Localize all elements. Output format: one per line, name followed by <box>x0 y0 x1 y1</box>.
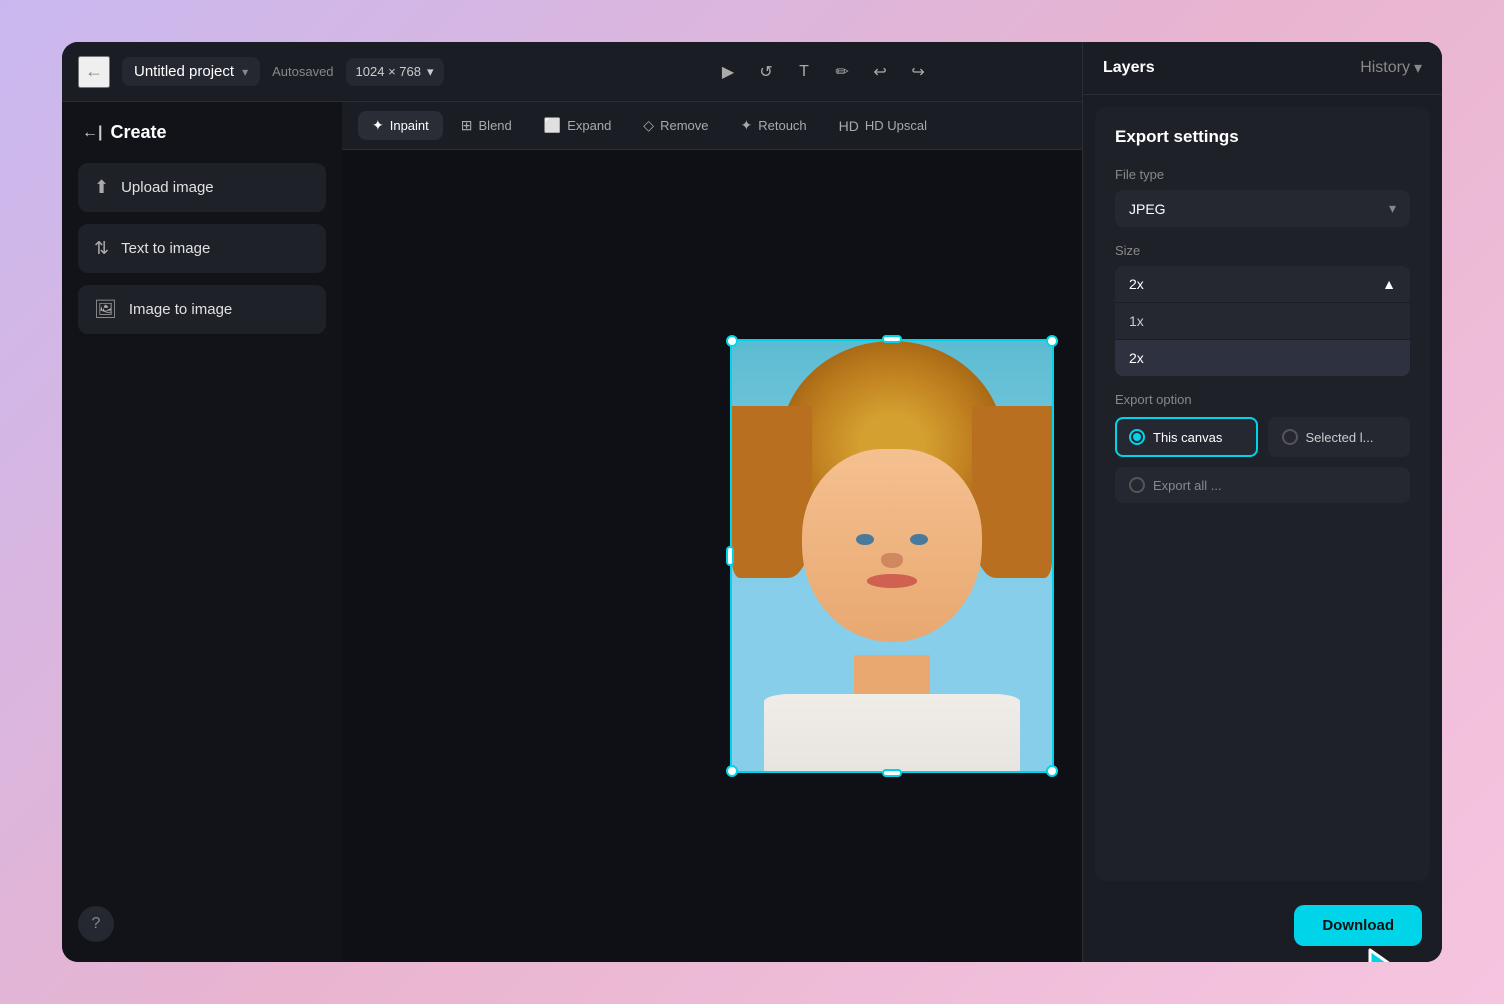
canvas-size-button[interactable]: 1024 × 768 ▾ <box>346 58 444 86</box>
size-dropdown-header[interactable]: 2x ▲ <box>1115 266 1410 302</box>
handle-bottom-left[interactable] <box>726 765 738 777</box>
file-type-label: File type <box>1115 167 1410 182</box>
inpaint-label: Inpaint <box>390 118 429 133</box>
left-sidebar: ←| Create ⬆ Upload image ⇅ Text to image… <box>62 102 342 962</box>
canvas-image <box>732 341 1052 771</box>
handle-top-left[interactable] <box>726 335 738 347</box>
blend-label: Blend <box>479 118 512 133</box>
hair-right <box>972 406 1052 578</box>
help-button[interactable]: ? <box>78 906 114 942</box>
tab-retouch[interactable]: ✦ Retouch <box>727 111 821 140</box>
eye-left <box>856 534 874 546</box>
handle-middle-left[interactable] <box>726 546 734 566</box>
handle-top-right[interactable] <box>1046 335 1058 347</box>
tab-expand[interactable]: ⬜ Expand <box>530 111 626 140</box>
project-name-button[interactable]: Untitled project ▾ <box>122 57 260 86</box>
handle-bottom-right[interactable] <box>1046 765 1058 777</box>
export-all-label: Export all ... <box>1153 478 1222 493</box>
shirt <box>764 694 1020 771</box>
rotate-tool-button[interactable]: ↺ <box>750 56 782 88</box>
expand-label: Expand <box>567 118 611 133</box>
text-to-image-label: Text to image <box>121 240 210 257</box>
size-option-2x[interactable]: 2x <box>1115 339 1410 376</box>
undo-button[interactable]: ↩ <box>864 56 896 88</box>
export-option-row: This canvas Selected l... <box>1115 417 1410 457</box>
export-option-label: Export option <box>1115 392 1410 407</box>
project-name-chevron: ▾ <box>242 65 248 79</box>
file-type-chevron: ▾ <box>1389 200 1396 217</box>
export-all-button[interactable]: Export all ... <box>1115 467 1410 503</box>
upscal-label: HD Upscal <box>865 118 927 133</box>
size-label: Size <box>1115 243 1410 258</box>
canvas-image-container <box>732 341 1052 771</box>
this-canvas-label: This canvas <box>1153 430 1222 445</box>
handle-bottom-middle[interactable] <box>882 769 902 777</box>
face <box>802 449 981 643</box>
select-tool-button[interactable]: ▶ <box>712 56 744 88</box>
selected-label: Selected l... <box>1306 430 1374 445</box>
size-selected: 2x <box>1129 276 1144 292</box>
handle-top-middle[interactable] <box>882 335 902 343</box>
toolbar-icons: ▶ ↺ T ✏ ↩ ↪ <box>712 56 934 88</box>
autosaved-label: Autosaved <box>272 64 333 79</box>
sidebar-item-upload-image[interactable]: ⬆ Upload image <box>78 163 326 212</box>
download-button[interactable]: Download <box>1294 905 1422 946</box>
back-button[interactable]: ← <box>78 56 110 88</box>
export-settings-title: Export settings <box>1115 127 1410 147</box>
back-icon: ← <box>85 61 103 82</box>
sidebar-item-image-to-image[interactable]: 🖼 Image to image <box>78 285 326 334</box>
this-canvas-radio <box>1129 429 1145 445</box>
sidebar-back-icon: ←| <box>82 124 102 142</box>
retouch-label: Retouch <box>758 118 806 133</box>
export-panel: Layers History ▾ Export settings File ty… <box>1082 102 1442 962</box>
file-type-value: JPEG <box>1129 201 1166 217</box>
help-icon: ? <box>92 915 101 933</box>
blend-icon: ⊞ <box>461 117 473 134</box>
pen-tool-button[interactable]: ✏ <box>826 56 858 88</box>
size-option-1x[interactable]: 1x <box>1115 302 1410 339</box>
upload-image-icon: ⬆ <box>94 177 109 198</box>
this-canvas-option[interactable]: This canvas <box>1115 417 1258 457</box>
inpaint-icon: ✦ <box>372 117 384 134</box>
expand-icon: ⬜ <box>544 117 561 134</box>
tab-inpaint[interactable]: ✦ Inpaint <box>358 111 443 140</box>
tab-upscal[interactable]: HD HD Upscal <box>825 112 941 140</box>
remove-icon: ◇ <box>643 117 654 134</box>
project-name-label: Untitled project <box>134 63 234 80</box>
lips <box>867 574 917 588</box>
size-dropdown: 2x ▲ 1x 2x <box>1115 266 1410 376</box>
upscal-icon: HD <box>839 118 859 134</box>
sidebar-title: Create <box>110 122 166 143</box>
size-chevron: ▲ <box>1382 276 1396 292</box>
nose <box>881 553 903 568</box>
tab-blend[interactable]: ⊞ Blend <box>447 111 526 140</box>
text-to-image-icon: ⇅ <box>94 238 109 259</box>
redo-button[interactable]: ↪ <box>902 56 934 88</box>
image-to-image-label: Image to image <box>129 301 232 318</box>
app-window: ← Untitled project ▾ Autosaved 1024 × 76… <box>62 42 1442 962</box>
export-all-radio <box>1129 477 1145 493</box>
canvas-size-chevron: ▾ <box>427 64 434 80</box>
text-tool-button[interactable]: T <box>788 56 820 88</box>
sidebar-header: ←| Create <box>78 122 326 143</box>
eye-right <box>910 534 928 546</box>
retouch-icon: ✦ <box>741 117 753 134</box>
selected-radio <box>1282 429 1298 445</box>
sidebar-footer: ? <box>78 906 326 942</box>
upload-image-label: Upload image <box>121 179 214 196</box>
export-settings-panel: Export settings File type JPEG ▾ Size 2x… <box>1095 107 1430 881</box>
hair-left <box>732 406 812 578</box>
image-to-image-icon: 🖼 <box>94 299 117 320</box>
tab-remove[interactable]: ◇ Remove <box>629 111 722 140</box>
file-type-select[interactable]: JPEG ▾ <box>1115 190 1410 227</box>
main-content: ←| Create ⬆ Upload image ⇅ Text to image… <box>62 102 1442 962</box>
sidebar-item-text-to-image[interactable]: ⇅ Text to image <box>78 224 326 273</box>
canvas-size-label: 1024 × 768 <box>356 64 421 79</box>
selected-option[interactable]: Selected l... <box>1268 417 1411 457</box>
remove-label: Remove <box>660 118 708 133</box>
